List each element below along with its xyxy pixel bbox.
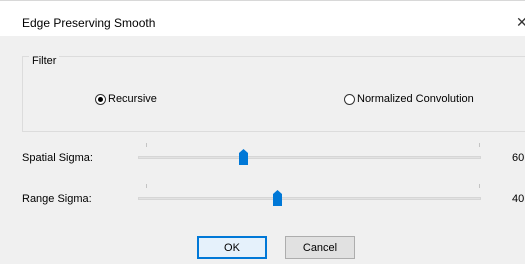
cancel-button[interactable]: Cancel: [285, 236, 355, 259]
range-sigma-slider-thumb[interactable]: [273, 190, 282, 206]
range-sigma-label: Range Sigma:: [22, 193, 92, 205]
ok-button[interactable]: OK: [197, 236, 267, 259]
radio-normalized-convolution[interactable]: Normalized Convolution: [344, 93, 474, 105]
spatial-sigma-label: Spatial Sigma:: [22, 152, 93, 164]
close-icon[interactable]: ✕: [516, 15, 525, 29]
dialog-client-area: Filter Recursive Normalized Convolution …: [0, 36, 525, 264]
radio-normalized-convolution-indicator: [344, 93, 355, 105]
spatial-sigma-tick-min: [146, 143, 147, 147]
title-bar: Edge Preserving Smooth ✕: [0, 0, 525, 36]
spatial-sigma-tick-max: [479, 143, 480, 147]
radio-recursive[interactable]: Recursive: [95, 93, 157, 105]
range-sigma-slider-track[interactable]: [138, 197, 481, 200]
range-sigma-tick-min: [146, 184, 147, 188]
window-title: Edge Preserving Smooth: [22, 16, 156, 30]
radio-recursive-indicator: [95, 93, 106, 105]
spatial-sigma-slider-track[interactable]: [138, 156, 481, 159]
range-sigma-value: 40: [512, 193, 525, 205]
radio-recursive-label: Recursive: [108, 93, 157, 105]
range-sigma-tick-max: [479, 184, 480, 188]
filter-group-legend: Filter: [29, 55, 60, 67]
spatial-sigma-slider-thumb[interactable]: [239, 149, 248, 165]
radio-normalized-convolution-label: Normalized Convolution: [357, 93, 474, 105]
spatial-sigma-value: 60: [512, 152, 525, 164]
